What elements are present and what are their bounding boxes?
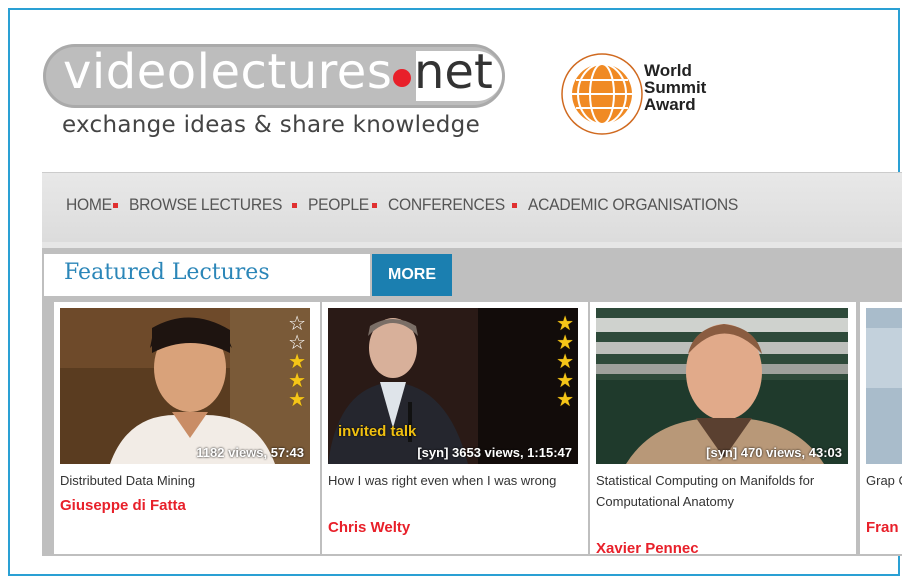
lecture-title[interactable]: Statistical Computing on Manifolds for C… <box>596 470 848 512</box>
view-count: [syn] 3653 views, 1:15:47 <box>417 445 572 460</box>
nav-item-people[interactable]: PEOPLE <box>308 195 369 215</box>
globe-icon <box>560 52 644 136</box>
rating-stars: ★ ★ ★ ★ ★ <box>556 313 574 411</box>
lecture-title[interactable]: How I was right even when I was wrong <box>328 470 580 491</box>
lecture-author[interactable]: Giuseppe di Fatta <box>60 497 186 514</box>
featured-title: Featured Lectures <box>64 260 270 285</box>
nav-separator <box>112 202 118 208</box>
lecture-card[interactable]: ☆ ☆ ★ ★ ★ 1182 views, 57:43 Distributed Data… <box>54 302 320 554</box>
lecture-thumbnail[interactable] <box>866 308 902 464</box>
logo-tld: net <box>414 44 493 100</box>
lecture-card[interactable]: [syn] 470 views, 43:03 Statistical Compu… <box>590 302 856 557</box>
site-tagline: exchange ideas & share knowledge <box>62 112 481 138</box>
lecture-card[interactable]: Grap Clou Fran <box>860 302 902 554</box>
lecture-author[interactable]: Chris Welty <box>328 519 410 536</box>
nav-item-conferences[interactable]: CONFERENCES <box>388 195 505 215</box>
star-filled-icon: ★ <box>288 387 306 411</box>
main-nav: HOME BROWSE LECTURES PEOPLE CONFERENCES ACAD… <box>42 172 902 242</box>
lecture-thumbnail[interactable]: ☆ ☆ ★ ★ ★ 1182 views, 57:43 <box>60 308 310 464</box>
rating-stars: ☆ ☆ ★ ★ ★ <box>288 313 306 411</box>
lecture-author[interactable]: Fran <box>866 519 899 536</box>
award-label: World Summit Award <box>644 61 707 114</box>
nav-item-home[interactable]: HOME <box>66 195 112 215</box>
nav-item-academic-organisations[interactable]: ACADEMIC ORGANISATIONS <box>528 195 738 215</box>
logo-dot <box>393 69 411 87</box>
lecture-thumbnail[interactable]: [syn] 470 views, 43:03 <box>596 308 848 464</box>
more-button[interactable]: MORE <box>372 254 452 296</box>
lecture-title[interactable]: Distributed Data Mining <box>60 470 310 491</box>
view-count: 1182 views, 57:43 <box>196 445 304 460</box>
lecture-thumbnail[interactable]: ★ ★ ★ ★ ★ invited talk [syn] 3653 views, 1:1… <box>328 308 578 464</box>
invited-talk-badge: invited talk <box>338 423 417 440</box>
nav-separator <box>511 202 517 208</box>
nav-item-browse-lectures[interactable]: BROWSE LECTURES <box>129 195 282 215</box>
logo-brand-word: videolectures <box>63 44 393 100</box>
lecture-author[interactable]: Xavier Pennec <box>596 540 699 557</box>
lecture-title[interactable]: Grap Clou <box>866 470 902 491</box>
nav-separator <box>292 202 298 208</box>
nav-separator <box>371 202 377 208</box>
lecture-card[interactable]: ★ ★ ★ ★ ★ invited talk [syn] 3653 views, 1:1… <box>322 302 588 554</box>
star-filled-icon: ★ <box>556 387 574 411</box>
view-count: [syn] 470 views, 43:03 <box>706 445 842 460</box>
